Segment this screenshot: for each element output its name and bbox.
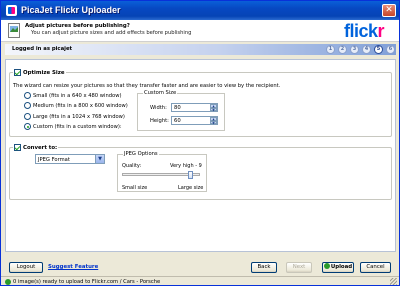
flickr-logo-blue: flick (344, 21, 378, 41)
convert-checkbox[interactable] (14, 144, 21, 151)
radio-medium[interactable]: Medium (fits in a 800 x 600 window) (24, 102, 128, 109)
picture-icon (8, 23, 20, 38)
radio-small-label: Small (fits in a 640 x 480 window) (33, 92, 122, 99)
step-6: 6 (386, 45, 395, 54)
window-title: PicaJet Flickr Uploader (21, 5, 121, 15)
format-value: JPEG Format (38, 156, 70, 163)
width-spinner[interactable]: 80 ▲ ▼ (171, 103, 218, 112)
step-2: 2 (338, 45, 347, 54)
app-icon (6, 5, 17, 16)
quality-value: Very high - 9 (170, 163, 202, 169)
title-bar[interactable]: PicaJet Flickr Uploader ✕ (1, 1, 399, 20)
radio-medium-label: Medium (fits in a 800 x 600 window) (33, 102, 128, 109)
back-button[interactable]: Back (251, 262, 277, 273)
upload-button[interactable]: Upload (322, 262, 354, 273)
radio-large-button[interactable] (24, 113, 31, 120)
cancel-button[interactable]: Cancel (360, 262, 391, 273)
suggest-feature-link[interactable]: Suggest Feature (48, 264, 98, 270)
step-5: 5 (374, 45, 383, 54)
next-button[interactable]: Next (286, 262, 312, 273)
radio-small-button[interactable] (24, 92, 31, 99)
optimize-size-checkbox[interactable] (14, 69, 21, 76)
step-4: 4 (362, 45, 371, 54)
quality-slider-thumb[interactable] (187, 171, 193, 179)
step-3: 3 (350, 45, 359, 54)
quality-min-label: Small size (122, 185, 148, 191)
width-value: 80 (174, 105, 181, 111)
optimize-description: The wizard can resize your pictures so t… (13, 83, 281, 89)
radio-large[interactable]: Large (fits in a 1024 x 768 window) (24, 113, 125, 120)
resize-grip-icon[interactable] (390, 278, 397, 285)
radio-small[interactable]: Small (fits in a 640 x 480 window) (24, 92, 121, 99)
optimize-size-legend[interactable]: Optimize Size (13, 69, 66, 76)
radio-custom-label: Custom (fits in a custom window): (33, 123, 122, 130)
status-text: 0 image(s) ready to upload to Flickr.com… (13, 278, 161, 285)
height-value: 60 (174, 118, 181, 124)
jpeg-options-legend: JPEG Options (123, 151, 159, 157)
quality-max-label: Large size (178, 185, 204, 191)
step-subtitle: You can adjust picture sizes and add eff… (31, 30, 192, 36)
step-title: Adjust pictures before publishing? (25, 23, 130, 29)
height-spin-buttons[interactable]: ▲ ▼ (210, 117, 217, 124)
upload-label: Upload (330, 264, 353, 270)
width-label: Width: (150, 105, 167, 111)
format-select[interactable]: JPEG Format ▼ (35, 154, 105, 164)
convert-legend[interactable]: Convert to: (13, 144, 59, 151)
step-1: 1 (326, 45, 335, 54)
step-bar: Logged in as picajet 1 2 3 4 5 6 (5, 44, 396, 55)
flickr-logo: flickr (344, 21, 385, 42)
width-down-icon[interactable]: ▼ (210, 107, 217, 111)
radio-large-label: Large (fits in a 1024 x 768 window) (33, 113, 125, 120)
radio-custom-button[interactable] (24, 123, 31, 130)
uploader-window: PicaJet Flickr Uploader ✕ Adjust picture… (0, 0, 400, 286)
close-button[interactable]: ✕ (382, 4, 396, 17)
radio-custom[interactable]: Custom (fits in a custom window): (24, 123, 122, 130)
height-label: Height: (150, 118, 169, 124)
quality-label: Quality: (122, 163, 142, 169)
optimize-size-label: Optimize Size (23, 69, 65, 76)
custom-size-group: Custom Size (137, 90, 225, 131)
custom-size-legend: Custom Size (143, 90, 178, 96)
chevron-down-icon[interactable]: ▼ (95, 155, 104, 163)
wizard-header: Adjust pictures before publishing? You c… (1, 20, 399, 42)
logout-button[interactable]: Logout (9, 262, 43, 273)
width-spin-buttons[interactable]: ▲ ▼ (210, 104, 217, 111)
upload-icon (323, 263, 330, 269)
convert-label: Convert to: (23, 144, 58, 151)
height-spinner[interactable]: 60 ▲ ▼ (171, 116, 218, 125)
status-bar: 0 image(s) ready to upload to Flickr.com… (1, 276, 399, 286)
radio-medium-button[interactable] (24, 102, 31, 109)
status-icon (5, 279, 11, 285)
flickr-logo-pink: r (377, 21, 385, 41)
height-down-icon[interactable]: ▼ (210, 120, 217, 124)
login-status: Logged in as picajet (12, 46, 73, 52)
